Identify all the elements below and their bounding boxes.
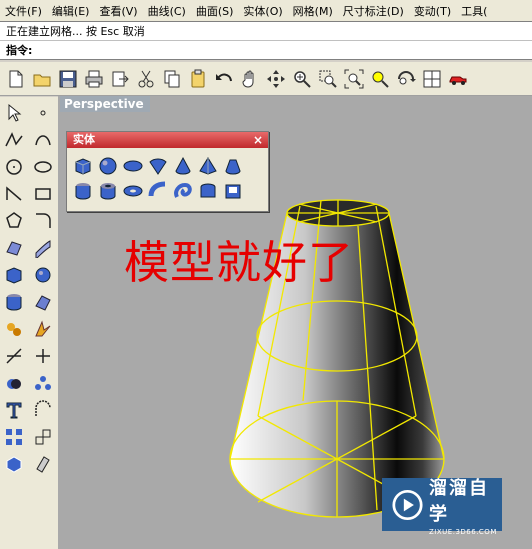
arc-icon[interactable] xyxy=(0,180,28,207)
cylinder-icon[interactable] xyxy=(0,288,28,315)
split-icon[interactable] xyxy=(29,342,57,369)
polygon-icon[interactable] xyxy=(0,207,28,234)
array-icon[interactable] xyxy=(29,369,57,396)
overlay-caption: 模型就好了 xyxy=(124,236,355,289)
solid-cone-icon[interactable] xyxy=(172,155,194,177)
left-toolbar-column-1 xyxy=(0,99,28,477)
point-icon[interactable] xyxy=(29,99,57,126)
circle-icon[interactable] xyxy=(0,153,28,180)
command-history: 正在建立网格... 按 Esc 取消 xyxy=(0,21,532,40)
zoom-extents-icon[interactable] xyxy=(342,67,366,91)
solid-extrude-surface-icon[interactable] xyxy=(197,180,219,202)
transform-icon[interactable] xyxy=(29,423,57,450)
cut-icon[interactable] xyxy=(134,67,158,91)
car-icon[interactable] xyxy=(446,67,470,91)
solid-pipe-icon[interactable] xyxy=(147,180,169,202)
four-view-icon[interactable] xyxy=(420,67,444,91)
watermark-text: 溜溜自学 ZIXUE.3D66.COM xyxy=(429,474,502,536)
view-manage-icon[interactable] xyxy=(394,67,418,91)
left-toolbar xyxy=(0,97,59,549)
flash-icon[interactable] xyxy=(29,315,57,342)
select-arrow-icon[interactable] xyxy=(0,99,28,126)
solid-cylinder-icon[interactable] xyxy=(72,180,94,202)
zoom-window-icon[interactable] xyxy=(316,67,340,91)
close-icon[interactable]: × xyxy=(253,132,263,148)
solid-torus-icon[interactable] xyxy=(122,180,144,202)
command-input[interactable]: 指令: xyxy=(0,40,532,60)
menu-dimension[interactable]: 尺寸标注(D) xyxy=(338,3,409,19)
undo-icon[interactable] xyxy=(212,67,236,91)
menu-bar: 文件(F) 编辑(E) 查看(V) 曲线(C) 曲面(S) 实体(O) 网格(M… xyxy=(0,0,532,22)
zoom-icon[interactable] xyxy=(290,67,314,91)
solid-extrude-curve-icon[interactable] xyxy=(172,180,194,202)
history-icon[interactable] xyxy=(29,450,57,477)
zoom-selected-icon[interactable] xyxy=(368,67,392,91)
watermark-badge: 溜溜自学 ZIXUE.3D66.COM xyxy=(382,478,502,536)
menu-curve[interactable]: 曲线(C) xyxy=(143,3,191,19)
watermark-logo-icon xyxy=(392,489,423,520)
curve-icon[interactable] xyxy=(29,126,57,153)
solid-paraboloid-icon[interactable] xyxy=(147,155,169,177)
solid-panel-title: 实体 × xyxy=(67,132,268,148)
left-toolbar-column-2 xyxy=(29,99,57,477)
paste-icon[interactable] xyxy=(186,67,210,91)
dimension-icon[interactable] xyxy=(29,396,57,423)
save-icon[interactable] xyxy=(56,67,80,91)
solid-box-icon[interactable] xyxy=(72,155,94,177)
boolean-icon[interactable] xyxy=(0,369,28,396)
solid-truncated-cone-icon[interactable] xyxy=(222,155,244,177)
surface-icon[interactable] xyxy=(0,234,28,261)
ellipse-icon[interactable] xyxy=(29,153,57,180)
explode-icon[interactable] xyxy=(0,315,28,342)
solid-ellipsoid-icon[interactable] xyxy=(122,155,144,177)
pan-icon[interactable] xyxy=(238,67,262,91)
open-icon[interactable] xyxy=(30,67,54,91)
viewport-title[interactable]: Perspective xyxy=(60,96,150,112)
menu-tools[interactable]: 工具( xyxy=(456,3,492,19)
rectangle-icon[interactable] xyxy=(29,180,57,207)
solid-panel-title-text: 实体 xyxy=(73,133,95,146)
menu-surface[interactable]: 曲面(S) xyxy=(191,3,239,19)
standard-toolbar xyxy=(0,62,532,96)
watermark-url: ZIXUE.3D66.COM xyxy=(429,527,497,536)
copy-icon[interactable] xyxy=(160,67,184,91)
box-icon[interactable] xyxy=(0,261,28,288)
solid-tools-grid xyxy=(67,148,268,209)
menu-solid[interactable]: 实体(O) xyxy=(238,3,287,19)
print-icon[interactable] xyxy=(82,67,106,91)
new-icon[interactable] xyxy=(4,67,28,91)
solid-cap-icon[interactable] xyxy=(222,180,244,202)
perspective-viewport[interactable]: Perspective 实体 × 模型就好了 溜溜自学 ZIXUE.3D66.C… xyxy=(58,96,532,549)
text-icon[interactable] xyxy=(0,396,28,423)
loft-icon[interactable] xyxy=(29,234,57,261)
solid-sphere-icon[interactable] xyxy=(97,155,119,177)
sphere-icon[interactable] xyxy=(29,261,57,288)
menu-edit[interactable]: 编辑(E) xyxy=(47,3,95,19)
mesh-icon[interactable] xyxy=(29,288,57,315)
menu-mesh[interactable]: 网格(M) xyxy=(288,3,338,19)
menu-transform[interactable]: 变动(T) xyxy=(409,3,456,19)
solid-toolbar-panel: 实体 × xyxy=(66,131,269,212)
grid-points-icon[interactable] xyxy=(0,423,28,450)
solid-pyramid-icon[interactable] xyxy=(197,155,219,177)
trim-icon[interactable] xyxy=(0,342,28,369)
render-icon[interactable] xyxy=(0,450,28,477)
menu-file[interactable]: 文件(F) xyxy=(0,3,47,19)
solid-empty-slot xyxy=(247,155,269,177)
menu-view[interactable]: 查看(V) xyxy=(94,3,142,19)
watermark-brand: 溜溜自学 xyxy=(429,477,490,525)
rotate-view-icon[interactable] xyxy=(264,67,288,91)
polyline-icon[interactable] xyxy=(0,126,28,153)
import-icon[interactable] xyxy=(108,67,132,91)
solid-tube-icon[interactable] xyxy=(97,180,119,202)
fillet-icon[interactable] xyxy=(29,207,57,234)
